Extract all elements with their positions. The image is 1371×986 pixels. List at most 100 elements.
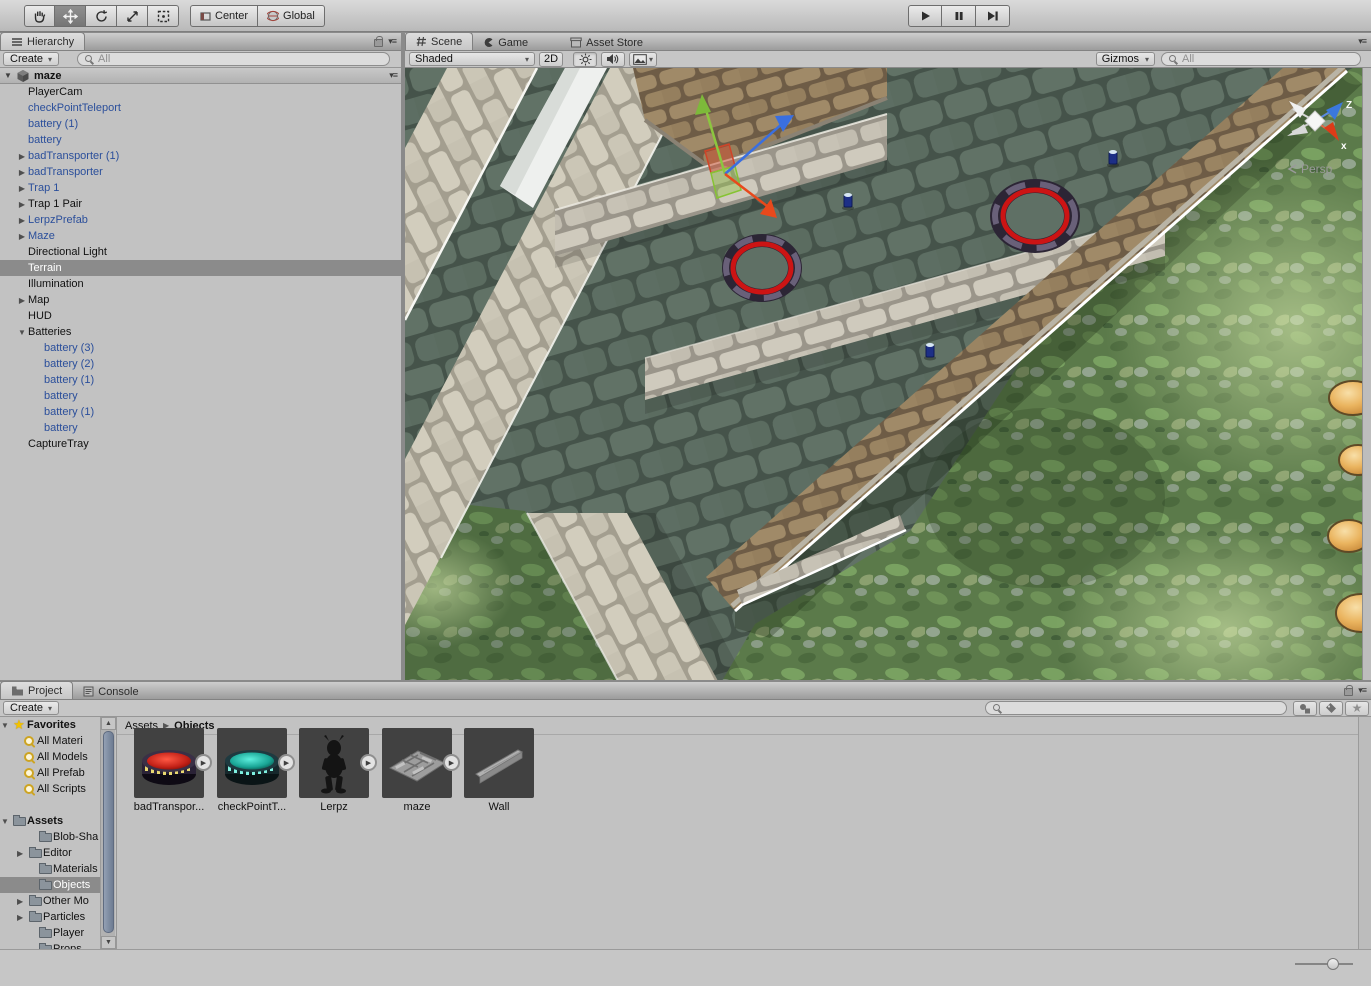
move-tool-button[interactable] xyxy=(55,5,86,27)
transporter-ring-2[interactable] xyxy=(990,179,1080,253)
slider-track[interactable] xyxy=(1295,963,1353,965)
hierarchy-item[interactable]: battery xyxy=(0,132,401,148)
tab-asset-store[interactable]: Asset Store xyxy=(560,34,653,51)
hierarchy-item[interactable]: PlayerCam xyxy=(0,84,401,100)
hierarchy-item[interactable]: Trap 1 xyxy=(0,180,401,196)
thumbnail-zoom-slider[interactable] xyxy=(1295,958,1353,970)
hierarchy-item[interactable]: battery (3) xyxy=(0,340,401,356)
slider-knob[interactable] xyxy=(1327,958,1339,970)
hierarchy-item[interactable]: Map xyxy=(0,292,401,308)
project-tree-item[interactable]: Favorites xyxy=(0,717,115,733)
project-tree-item[interactable]: All Scripts xyxy=(0,781,115,797)
scene-header-menu-icon[interactable]: ▾≡ xyxy=(389,70,397,81)
audio-toggle-button[interactable] xyxy=(601,52,625,67)
play-button[interactable] xyxy=(908,5,942,27)
project-tree-item[interactable]: Props xyxy=(0,941,115,949)
project-create-button[interactable]: Create ▾ xyxy=(3,701,59,715)
foldout-icon[interactable] xyxy=(16,296,28,305)
asset-maze[interactable]: ▶ xyxy=(382,728,452,798)
hierarchy-search-input[interactable] xyxy=(98,53,383,65)
tab-hierarchy[interactable]: Hierarchy xyxy=(0,32,85,50)
pivot-toggle-button[interactable]: Center xyxy=(190,5,258,27)
scroll-up-icon[interactable]: ▲ xyxy=(101,717,116,730)
lock-icon[interactable] xyxy=(1344,688,1353,696)
transporter-ring-1[interactable] xyxy=(722,234,802,302)
foldout-icon[interactable] xyxy=(17,849,27,858)
hierarchy-item[interactable]: CaptureTray xyxy=(0,436,401,452)
battery-object-2[interactable] xyxy=(924,343,936,361)
hierarchy-item[interactable]: battery (1) xyxy=(0,404,401,420)
hierarchy-item[interactable]: battery xyxy=(0,388,401,404)
foldout-icon[interactable] xyxy=(16,152,28,161)
lighting-toggle-button[interactable] xyxy=(573,52,597,67)
rect-tool-button[interactable] xyxy=(148,5,179,27)
asset-checkpointteleport[interactable]: ▶ xyxy=(217,728,287,798)
tab-scene[interactable]: Scene xyxy=(405,32,473,50)
tab-project[interactable]: Project xyxy=(0,681,73,699)
space-toggle-button[interactable]: Global xyxy=(258,5,325,27)
foldout-icon[interactable] xyxy=(1,817,11,826)
foldout-icon[interactable] xyxy=(1,721,11,730)
effects-dropdown-button[interactable]: ▾ xyxy=(629,52,657,67)
scroll-down-icon[interactable]: ▼ xyxy=(101,936,116,949)
shading-mode-dropdown[interactable]: Shaded ▾ xyxy=(409,52,535,66)
asset-expand-badge[interactable]: ▶ xyxy=(443,754,460,771)
project-tree-item[interactable]: Objects xyxy=(0,877,115,893)
project-tree-item[interactable]: Particles xyxy=(0,909,115,925)
hierarchy-create-button[interactable]: Create ▾ xyxy=(3,52,59,66)
asset-wall[interactable] xyxy=(464,728,534,798)
hierarchy-item[interactable]: Illumination xyxy=(0,276,401,292)
project-tree-item[interactable]: All Models xyxy=(0,749,115,765)
project-tree-item[interactable]: Other Mo xyxy=(0,893,115,909)
hand-tool-button[interactable] xyxy=(24,5,55,27)
panel-menu-icon[interactable]: ▾≡ xyxy=(1358,685,1366,696)
panel-menu-icon[interactable]: ▾≡ xyxy=(388,36,396,47)
foldout-icon[interactable] xyxy=(16,184,28,193)
asset-expand-badge[interactable]: ▶ xyxy=(195,754,212,771)
asset-expand-badge[interactable]: ▶ xyxy=(278,754,295,771)
foldout-icon[interactable] xyxy=(16,168,28,177)
project-search-input[interactable] xyxy=(1006,702,1280,714)
project-tree-item[interactable]: Assets xyxy=(0,813,115,829)
project-search-field[interactable] xyxy=(985,701,1287,715)
project-content-scrollbar[interactable] xyxy=(1358,717,1371,949)
hierarchy-item[interactable]: battery xyxy=(0,420,401,436)
foldout-icon[interactable] xyxy=(16,216,28,225)
hierarchy-item[interactable]: Maze xyxy=(0,228,401,244)
scene-search-field[interactable] xyxy=(1161,52,1361,66)
hierarchy-item[interactable]: Directional Light xyxy=(0,244,401,260)
asset-lerpz[interactable]: ▶ xyxy=(299,728,369,798)
rotate-tool-button[interactable] xyxy=(86,5,117,27)
asset-expand-badge[interactable]: ▶ xyxy=(360,754,377,771)
hierarchy-item[interactable]: battery (2) xyxy=(0,356,401,372)
search-by-label-button[interactable] xyxy=(1319,701,1343,716)
scene-search-input[interactable] xyxy=(1182,53,1354,65)
2d-toggle-button[interactable]: 2D xyxy=(539,52,563,67)
gizmos-dropdown[interactable]: Gizmos ▾ xyxy=(1096,52,1155,66)
hierarchy-item[interactable]: Trap 1 Pair xyxy=(0,196,401,212)
pause-button[interactable] xyxy=(942,5,976,27)
project-tree-scrollbar[interactable]: ▲ ▼ xyxy=(100,717,115,949)
foldout-down-icon[interactable]: ▼ xyxy=(4,71,16,80)
foldout-icon[interactable] xyxy=(16,328,28,337)
foldout-icon[interactable] xyxy=(16,200,28,209)
battery-object-3[interactable] xyxy=(1107,150,1119,168)
project-tree-item[interactable]: Blob-Sha xyxy=(0,829,115,845)
scrollbar-thumb[interactable] xyxy=(103,731,114,933)
scene-asset-header[interactable]: ▼ maze ▾≡ xyxy=(0,68,401,84)
hierarchy-item[interactable]: badTransporter xyxy=(0,164,401,180)
lock-icon[interactable] xyxy=(374,39,383,47)
foldout-icon[interactable] xyxy=(17,913,27,922)
search-by-type-button[interactable] xyxy=(1293,701,1317,716)
project-tree-item[interactable]: All Materi xyxy=(0,733,115,749)
tab-game[interactable]: Game xyxy=(473,34,538,51)
tab-console[interactable]: Console xyxy=(73,683,148,700)
hierarchy-item[interactable]: battery (1) xyxy=(0,116,401,132)
project-tree-item[interactable]: Editor xyxy=(0,845,115,861)
step-button[interactable] xyxy=(976,5,1010,27)
hierarchy-item[interactable]: badTransporter (1) xyxy=(0,148,401,164)
scene-panel-menu-icon[interactable]: ▾≡ xyxy=(1358,36,1371,50)
battery-object-1[interactable] xyxy=(842,193,854,211)
foldout-icon[interactable] xyxy=(17,897,27,906)
project-tree-item[interactable]: Player xyxy=(0,925,115,941)
